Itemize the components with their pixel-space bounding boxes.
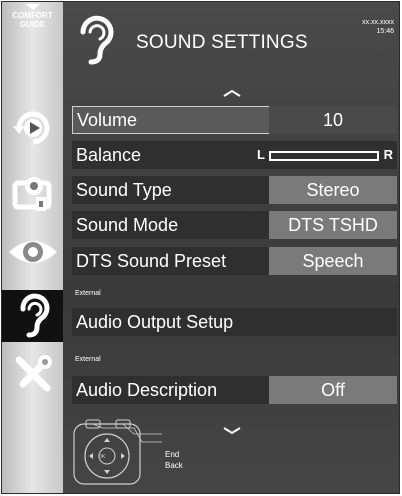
screen-frame: COMFORT GUIDE SOUND SETTINGS xx.xx.xxxx …	[1, 1, 400, 494]
balance-track	[269, 151, 379, 161]
sidebar-item-picture[interactable]	[2, 226, 63, 278]
audio-output-label: Audio Output Setup	[76, 312, 234, 332]
date-time: xx.xx.xxxx 15:46	[362, 18, 394, 36]
menu-item-dts-sound-preset[interactable]: DTS Sound Preset Speech	[72, 247, 397, 275]
external-tag: External	[75, 356, 101, 363]
chevron-down-icon	[222, 427, 241, 435]
tools-icon	[15, 355, 52, 392]
external-tag: External	[75, 290, 101, 297]
eye-icon	[8, 241, 57, 263]
back-label: Back	[165, 461, 183, 470]
balance-slider[interactable]: L R	[257, 147, 393, 162]
end-label: End	[165, 450, 180, 459]
menu-item-sound-mode[interactable]: Sound Mode DTS TSHD	[72, 211, 397, 239]
scroll-up-indicator[interactable]	[63, 88, 399, 98]
menu-item-audio-output-setup[interactable]: Audio Output Setup	[72, 308, 397, 336]
audio-description-value: Off	[269, 376, 397, 404]
menu-item-audio-description[interactable]: Audio Description Off	[72, 376, 397, 404]
balance-right-label: R	[383, 147, 393, 162]
ok-button-label: OK	[98, 454, 106, 460]
menu-item-sound-type[interactable]: Sound Type Stereo	[72, 176, 397, 204]
balance-left-label: L	[257, 147, 265, 162]
sidebar-item-settings[interactable]	[2, 348, 63, 400]
ear-icon	[80, 15, 114, 65]
sound-mode-label: Sound Mode	[76, 215, 179, 235]
arrow-up-icon	[25, 4, 40, 10]
balance-center-tick	[322, 153, 324, 159]
volume-value: 10	[269, 106, 397, 134]
date-text: xx.xx.xxxx	[362, 19, 394, 26]
sidebar-item-sound[interactable]	[2, 290, 63, 342]
menu-item-volume[interactable]: Volume 10	[72, 106, 397, 134]
playback-icon	[12, 111, 49, 145]
remote-legend: End Back	[165, 449, 183, 471]
comfort-label-line1: COMFORT	[12, 11, 53, 20]
balance-label: Balance	[76, 145, 142, 165]
ear-icon	[19, 293, 49, 338]
comfort-label-line2: GUIDE	[19, 20, 46, 29]
page-title: SOUND SETTINGS	[136, 32, 308, 53]
chevron-up-icon	[222, 89, 241, 97]
remote-control-icon	[73, 419, 162, 485]
comfort-guide-button[interactable]: COMFORT GUIDE	[2, 2, 63, 42]
sound-settings-panel: SOUND SETTINGS xx.xx.xxxx 15:46 Volume 1…	[63, 2, 399, 493]
sidebar-item-playback[interactable]	[2, 102, 63, 154]
time-text: 15:46	[376, 28, 394, 35]
sound-type-value: Stereo	[269, 176, 397, 204]
dts-preset-label: DTS Sound Preset	[76, 251, 227, 271]
menu-item-balance[interactable]: Balance L R	[72, 141, 397, 169]
sidebar: COMFORT GUIDE	[2, 2, 63, 493]
dts-preset-value: Speech	[269, 247, 397, 275]
sound-type-label: Sound Type	[76, 180, 172, 200]
media-card-icon	[12, 177, 51, 211]
sidebar-item-media[interactable]	[2, 168, 63, 220]
volume-label: Volume	[77, 110, 138, 130]
sound-mode-value: DTS TSHD	[269, 211, 397, 239]
audio-description-label: Audio Description	[76, 380, 218, 400]
